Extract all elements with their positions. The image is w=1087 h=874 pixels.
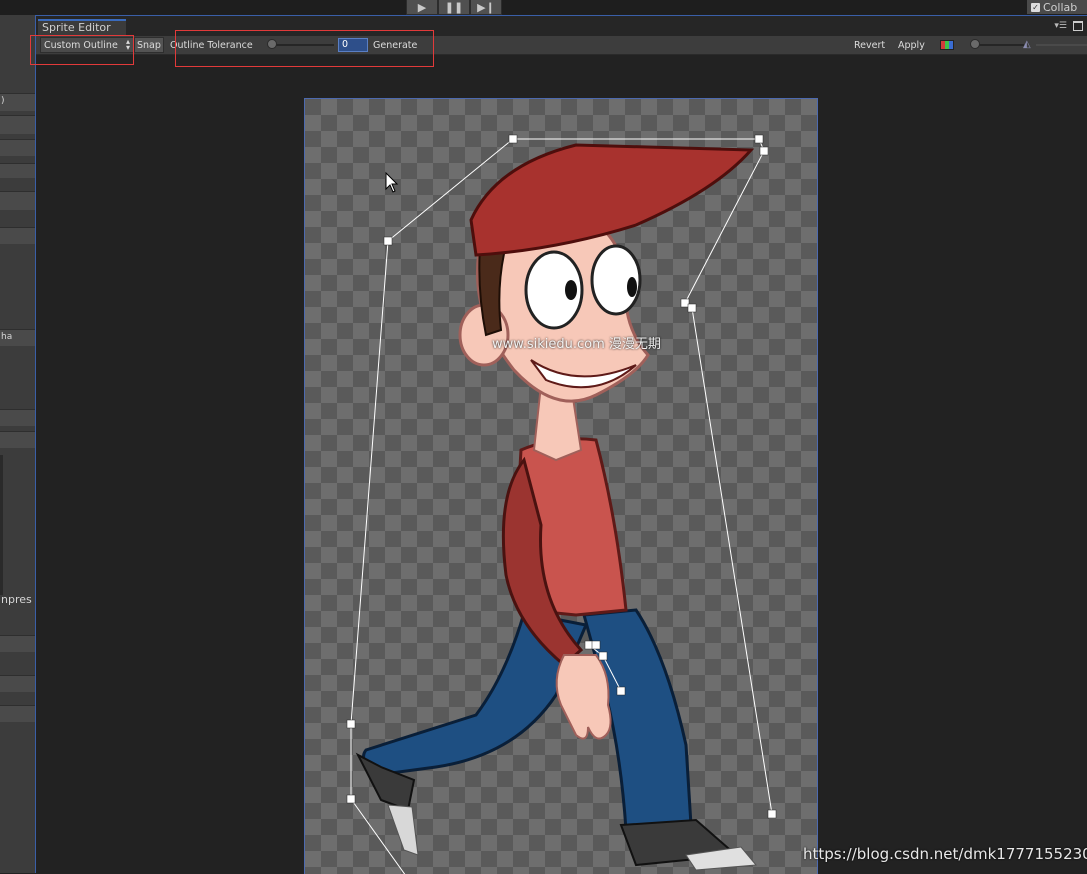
watermark-text: www.sikiedu.com 漫漫无期 [492, 337, 661, 352]
outline-vertex [759, 146, 769, 156]
sprite-overlay [346, 134, 777, 874]
mouse-cursor-icon [385, 171, 399, 193]
sprite-canvas[interactable]: www.sikiedu.com 漫漫无期 https://blog.csdn.n… [36, 55, 1087, 874]
play-button[interactable]: ▶ [406, 0, 438, 15]
play-icon: ▶ [417, 0, 427, 14]
zoom-slider[interactable] [974, 44, 1024, 46]
inspector-panel: ) ha npres [0, 15, 35, 873]
inspector-row[interactable] [0, 139, 35, 156]
character-sprite [355, 143, 757, 871]
character-hand [555, 654, 612, 740]
tab-sprite-editor[interactable]: Sprite Editor [38, 19, 126, 36]
character-left-pupil [565, 280, 577, 300]
compression-label: npres [1, 593, 32, 606]
revert-button[interactable]: Revert [854, 37, 885, 53]
window-title: Sprite Editor [42, 21, 111, 34]
outline-vertex [346, 719, 356, 729]
inspector-row-label: ) [1, 96, 5, 106]
inspector-row[interactable]: ha [0, 329, 35, 346]
color-channel-icon[interactable] [940, 40, 954, 50]
mip-level-slider[interactable] [1036, 44, 1087, 46]
inspector-row[interactable] [0, 705, 35, 722]
playbar: ▶ ❚❚ ▶❙ ✓ Collab [0, 0, 1087, 15]
divider [0, 455, 3, 595]
collab-label: Collab [1043, 0, 1078, 14]
inspector-row[interactable] [0, 163, 35, 178]
dropdown-arrows-icon: ▴ ▾ [125, 37, 130, 52]
tab-strip: Sprite Editor ▾☰ [36, 16, 1087, 36]
outline-tolerance-input[interactable]: 0 [338, 38, 368, 52]
outline-vertex [591, 640, 601, 650]
snap-label: Snap [137, 39, 161, 51]
outline-vertex [598, 651, 608, 661]
toolbar: Custom Outline ▴ ▾ Snap Outline Tolerance… [36, 36, 1087, 55]
outline-vertex [508, 134, 518, 144]
inspector-row[interactable] [0, 115, 35, 134]
outline-vertex [687, 303, 697, 313]
pause-icon: ❚❚ [444, 0, 464, 14]
step-icon: ▶❙ [477, 0, 495, 14]
editor-mode-label: Custom Outline [44, 39, 118, 51]
zoom-slider-thumb[interactable] [970, 39, 980, 49]
editor-mode-dropdown[interactable]: Custom Outline ▴ ▾ [40, 37, 134, 53]
outline-vertex [383, 236, 393, 246]
maximize-icon[interactable] [1073, 21, 1083, 31]
inspector-row[interactable] [0, 409, 35, 426]
window-menu-icon[interactable]: ▾☰ [1054, 21, 1067, 31]
step-button[interactable]: ▶❙ [470, 0, 502, 15]
snap-toggle[interactable]: Snap [134, 37, 164, 53]
inspector-row[interactable]: ) [0, 93, 35, 111]
generate-button[interactable]: Generate [370, 37, 423, 53]
outline-vertex [767, 809, 777, 819]
inspector-row[interactable] [0, 431, 35, 448]
outline-tolerance-slider[interactable] [268, 44, 334, 46]
inspector-row[interactable] [0, 675, 35, 692]
outline-tolerance-label: Outline Tolerance [170, 39, 253, 51]
collab-button[interactable]: ✓ Collab [1027, 0, 1087, 14]
outline-tolerance-slider-thumb[interactable] [267, 39, 277, 49]
outline-vertex [616, 686, 626, 696]
inspector-row[interactable] [0, 227, 35, 244]
inspector-row-label: ha [1, 332, 13, 342]
sprite-editor-window: Sprite Editor ▾☰ Custom Outline ▴ ▾ Snap … [35, 15, 1087, 874]
check-icon: ✓ [1031, 2, 1040, 12]
inspector-row[interactable] [0, 635, 35, 652]
outline-vertex [346, 794, 356, 804]
character-right-pupil [627, 277, 637, 297]
outline-vertex [754, 134, 764, 144]
mip-level-icon: ◭ [1023, 39, 1031, 50]
character-back-sole [387, 804, 419, 856]
source-url-text: https://blog.csdn.net/dmk17771552304 [803, 845, 1087, 863]
apply-button[interactable]: Apply [898, 37, 925, 53]
pause-button[interactable]: ❚❚ [438, 0, 470, 15]
inspector-row[interactable] [0, 191, 35, 210]
